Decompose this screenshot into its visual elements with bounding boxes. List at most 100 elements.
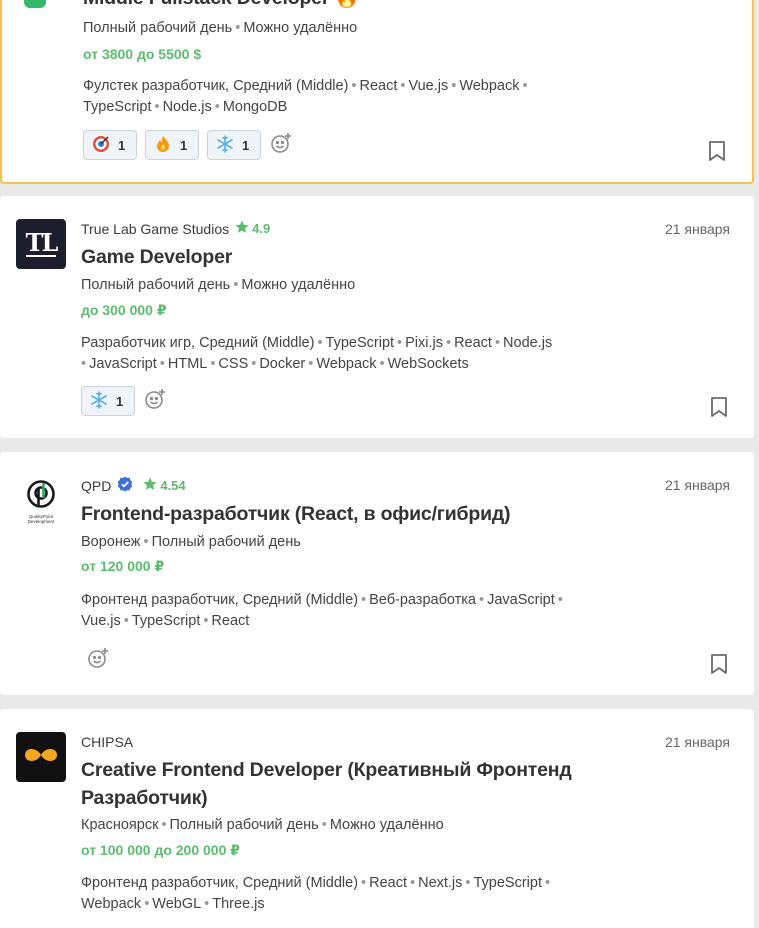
reactions-bar: 1: [81, 386, 167, 416]
company-rating[interactable]: 4.9: [235, 220, 270, 237]
meta-item: Воронеж: [81, 534, 141, 550]
skill[interactable]: WebGL: [152, 896, 201, 912]
bookmark-icon: [708, 141, 726, 166]
add-reaction-button[interactable]: [86, 647, 110, 672]
star-icon: [235, 220, 249, 237]
skill[interactable]: React: [360, 78, 398, 94]
vacancy-title[interactable]: Creative Frontend Developer (Креативный …: [81, 756, 601, 812]
skill[interactable]: React: [211, 613, 249, 629]
add-reaction-button[interactable]: [143, 388, 167, 415]
skill[interactable]: Node.js: [163, 99, 212, 115]
company-row: CHIPSA: [81, 734, 133, 750]
company-logo[interactable]: [16, 732, 66, 782]
meta-item: Можно удалённо: [241, 277, 356, 293]
skill[interactable]: React: [454, 335, 492, 351]
reaction-target[interactable]: 1: [83, 130, 137, 160]
skill[interactable]: Pixi.js: [405, 335, 443, 351]
skill[interactable]: Webpack: [316, 356, 376, 372]
company-name[interactable]: QPD: [81, 478, 111, 494]
vacancy-meta: Красноярск • Полный рабочий день • Можно уда…: [81, 817, 444, 833]
skill[interactable]: React: [369, 875, 407, 891]
vacancy-title[interactable]: Middle Fullstack Developer 🔥: [83, 0, 359, 12]
meta-item: Можно удалённо: [329, 817, 444, 833]
skill[interactable]: HTML: [168, 356, 207, 372]
vacancy-meta: Полный рабочий день • Можно удалённо: [81, 277, 356, 293]
skill[interactable]: TypeScript: [474, 875, 543, 891]
skill[interactable]: TypeScript: [132, 613, 201, 629]
add-reaction-button[interactable]: [269, 132, 293, 159]
vacancy-title[interactable]: Game Developer: [81, 243, 232, 271]
bookmark-icon: [710, 397, 728, 422]
bookmark-button[interactable]: [710, 396, 728, 418]
company-row: QPD 4.54: [81, 476, 186, 495]
vacancy-card[interactable]: QualityPoint Development QPD 4.54 21 янв…: [0, 452, 754, 695]
reactions-bar: 1 1 1: [83, 130, 293, 160]
skill[interactable]: CSS: [218, 356, 248, 372]
skill[interactable]: Vue.js: [81, 613, 121, 629]
skill[interactable]: Webpack: [459, 78, 519, 94]
logo-text: TL: [25, 228, 58, 257]
infinity-logo-mark: [22, 745, 60, 770]
skills-list: Фулстек разработчик, Средний (Middle) • Re…: [83, 78, 528, 115]
skill[interactable]: WebSockets: [388, 356, 469, 372]
company-row: True Lab Game Studios 4.9: [81, 220, 270, 237]
vacancy-meta: Воронеж • Полный рабочий день: [81, 534, 301, 550]
rating-value: 4.9: [252, 221, 271, 236]
salary: от 120 000 ₽: [81, 558, 165, 574]
publish-date: 21 января: [664, 477, 730, 493]
skills-list: Фронтенд разработчик, Средний (Middle) • R…: [81, 875, 551, 912]
bookmark-icon: [710, 654, 728, 679]
vacancy-card[interactable]: Middle Fullstack Developer 🔥 Полный рабо…: [0, 0, 754, 184]
skill[interactable]: Разработчик игр, Средний (Middle): [81, 335, 314, 351]
skill[interactable]: JavaScript: [89, 356, 157, 372]
salary: до 300 000 ₽: [81, 302, 167, 318]
skill[interactable]: Three.js: [212, 896, 264, 912]
company-name[interactable]: CHIPSA: [81, 734, 133, 750]
reaction-count: 1: [118, 137, 126, 153]
skill[interactable]: Фронтенд разработчик, Средний (Middle): [81, 592, 358, 608]
qpd-logo-mark: [25, 479, 57, 514]
skill[interactable]: JavaScript: [487, 592, 555, 608]
vacancy-card[interactable]: TL True Lab Game Studios 4.9 21 января G…: [0, 196, 754, 438]
skill[interactable]: Фронтенд разработчик, Средний (Middle): [81, 875, 358, 891]
skill[interactable]: TypeScript: [83, 99, 152, 115]
skill[interactable]: Next.js: [418, 875, 462, 891]
meta-item: Полный рабочий день: [81, 277, 231, 293]
fire-emoji: 🔥: [334, 0, 358, 9]
logo-caption: Development: [27, 518, 55, 524]
skill[interactable]: Vue.js: [408, 78, 448, 94]
skills-list: Разработчик игр, Средний (Middle) • TypeSc…: [81, 335, 553, 372]
skills-list: Фронтенд разработчик, Средний (Middle) • В…: [81, 592, 563, 629]
smiley-plus-icon: [144, 388, 166, 415]
skill[interactable]: Веб-разработка: [369, 592, 476, 608]
publish-date: 21 января: [664, 734, 730, 750]
company-logo[interactable]: QualityPoint Development: [16, 476, 66, 526]
smiley-plus-icon: [270, 132, 292, 159]
skill[interactable]: MongoDB: [223, 99, 287, 115]
vacancy-meta: Полный рабочий день • Можно удалённо: [83, 20, 358, 36]
skill[interactable]: TypeScript: [326, 335, 395, 351]
company-name[interactable]: True Lab Game Studios: [81, 221, 229, 237]
skill[interactable]: Node.js: [503, 335, 552, 351]
reactions-bar: [86, 647, 110, 672]
fire-icon: [154, 135, 172, 156]
company-logo[interactable]: [24, 0, 46, 8]
reaction-snowflake[interactable]: 1: [207, 130, 261, 160]
reaction-fire[interactable]: 1: [145, 130, 199, 160]
vacancy-title-text[interactable]: Middle Fullstack Developer: [83, 0, 329, 9]
vacancy-title[interactable]: Frontend-разработчик (React, в офис/гибр…: [81, 500, 511, 528]
bookmark-button[interactable]: [708, 140, 726, 162]
reaction-snowflake[interactable]: 1: [81, 386, 135, 416]
reaction-count: 1: [242, 137, 250, 153]
bookmark-button[interactable]: [710, 653, 728, 675]
meta-item: Полный рабочий день: [169, 817, 319, 833]
vacancy-card[interactable]: CHIPSA 21 января Creative Frontend Devel…: [0, 709, 754, 928]
star-icon: [143, 477, 157, 494]
skill[interactable]: Docker: [259, 356, 305, 372]
meta-item: Полный рабочий день: [83, 20, 233, 36]
snowflake-icon: [90, 390, 108, 412]
skill[interactable]: Фулстек разработчик, Средний (Middle): [83, 78, 348, 94]
company-logo[interactable]: TL: [16, 219, 66, 269]
skill[interactable]: Webpack: [81, 896, 141, 912]
company-rating[interactable]: 4.54: [143, 477, 186, 494]
